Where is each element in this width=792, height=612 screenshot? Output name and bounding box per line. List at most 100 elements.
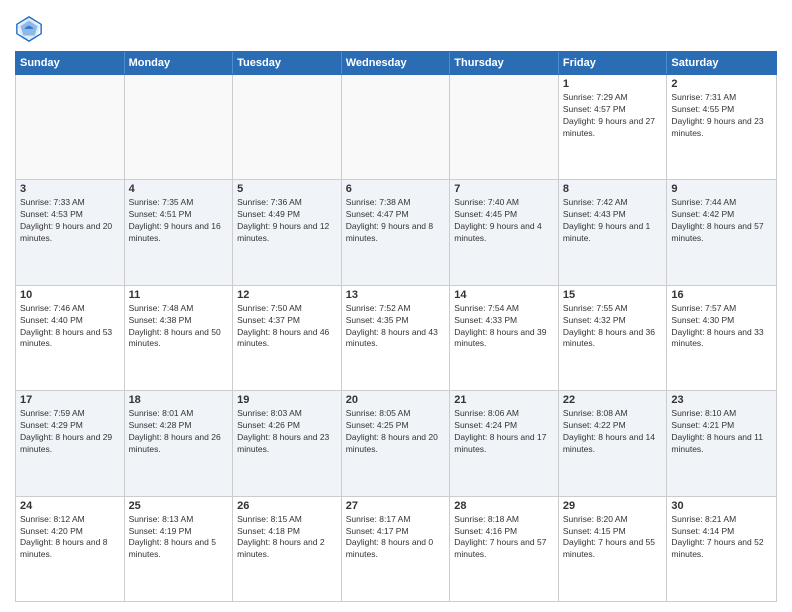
calendar-row-2: 3 Sunrise: 7:33 AM Sunset: 4:53 PM Daylig… <box>16 180 776 285</box>
cell-detail: Sunrise: 7:33 AM Sunset: 4:53 PM Dayligh… <box>20 197 120 245</box>
day-number: 2 <box>671 78 772 90</box>
cell-detail: Sunrise: 8:15 AM Sunset: 4:18 PM Dayligh… <box>237 514 337 562</box>
day-number: 10 <box>20 289 120 301</box>
cell-detail: Sunrise: 8:12 AM Sunset: 4:20 PM Dayligh… <box>20 514 120 562</box>
cell-detail: Sunrise: 7:40 AM Sunset: 4:45 PM Dayligh… <box>454 197 554 245</box>
cell-detail: Sunrise: 7:42 AM Sunset: 4:43 PM Dayligh… <box>563 197 663 245</box>
cell-detail: Sunrise: 8:21 AM Sunset: 4:14 PM Dayligh… <box>671 514 772 562</box>
cal-cell-r1-c6: 9Sunrise: 7:44 AM Sunset: 4:42 PM Daylig… <box>667 180 776 284</box>
day-number: 29 <box>563 500 663 512</box>
cell-detail: Sunrise: 7:54 AM Sunset: 4:33 PM Dayligh… <box>454 303 554 351</box>
day-number: 25 <box>129 500 229 512</box>
cell-detail: Sunrise: 7:59 AM Sunset: 4:29 PM Dayligh… <box>20 408 120 456</box>
cal-cell-r0-c3 <box>342 75 451 179</box>
cal-cell-r1-c2: 5 Sunrise: 7:36 AM Sunset: 4:49 PM Daylig… <box>233 180 342 284</box>
cell-detail: Sunrise: 7:31 AM Sunset: 4:55 PM Dayligh… <box>671 92 772 140</box>
day-number: 22 <box>563 394 663 406</box>
day-number: 30 <box>671 500 772 512</box>
cal-cell-r3-c4: 21 Sunrise: 8:06 AM Sunset: 4:24 PM Dayli… <box>450 391 559 495</box>
cal-cell-r2-c5: 15 Sunrise: 7:55 AM Sunset: 4:32 PM Dayli… <box>559 286 668 390</box>
logo <box>15 15 47 43</box>
cal-cell-r2-c3: 13 Sunrise: 7:52 AM Sunset: 4:35 PM Dayli… <box>342 286 451 390</box>
cal-cell-r0-c1 <box>125 75 234 179</box>
day-number: 15 <box>563 289 663 301</box>
calendar-row-5: 24 Sunrise: 8:12 AM Sunset: 4:20 PM Dayli… <box>16 497 776 601</box>
cal-cell-r3-c5: 22Sunrise: 8:08 AM Sunset: 4:22 PM Dayli… <box>559 391 668 495</box>
cal-cell-r0-c2 <box>233 75 342 179</box>
day-number: 12 <box>237 289 337 301</box>
page: SundayMondayTuesdayWednesdayThursdayFrid… <box>0 0 792 612</box>
calendar-row-3: 10 Sunrise: 7:46 AM Sunset: 4:40 PM Dayli… <box>16 286 776 391</box>
cal-cell-r4-c0: 24 Sunrise: 8:12 AM Sunset: 4:20 PM Dayli… <box>16 497 125 601</box>
day-number: 11 <box>129 289 229 301</box>
calendar: SundayMondayTuesdayWednesdayThursdayFrid… <box>15 51 777 602</box>
day-number: 17 <box>20 394 120 406</box>
cal-cell-r2-c6: 16 Sunrise: 7:57 AM Sunset: 4:30 PM Dayli… <box>667 286 776 390</box>
cell-detail: Sunrise: 7:52 AM Sunset: 4:35 PM Dayligh… <box>346 303 446 351</box>
day-number: 26 <box>237 500 337 512</box>
weekday-header-saturday: Saturday <box>667 52 776 74</box>
cell-detail: Sunrise: 8:03 AM Sunset: 4:26 PM Dayligh… <box>237 408 337 456</box>
cal-cell-r3-c3: 20Sunrise: 8:05 AM Sunset: 4:25 PM Dayli… <box>342 391 451 495</box>
cal-cell-r1-c1: 4 Sunrise: 7:35 AM Sunset: 4:51 PM Daylig… <box>125 180 234 284</box>
cell-detail: Sunrise: 8:10 AM Sunset: 4:21 PM Dayligh… <box>671 408 772 456</box>
cal-cell-r0-c6: 2 Sunrise: 7:31 AM Sunset: 4:55 PM Daylig… <box>667 75 776 179</box>
cal-cell-r1-c3: 6Sunrise: 7:38 AM Sunset: 4:47 PM Daylig… <box>342 180 451 284</box>
day-number: 18 <box>129 394 229 406</box>
cal-cell-r4-c6: 30 Sunrise: 8:21 AM Sunset: 4:14 PM Dayli… <box>667 497 776 601</box>
day-number: 8 <box>563 183 663 195</box>
header <box>15 15 777 43</box>
day-number: 14 <box>454 289 554 301</box>
day-number: 13 <box>346 289 446 301</box>
day-number: 19 <box>237 394 337 406</box>
day-number: 3 <box>20 183 120 195</box>
cal-cell-r3-c6: 23 Sunrise: 8:10 AM Sunset: 4:21 PM Dayli… <box>667 391 776 495</box>
cell-detail: Sunrise: 8:05 AM Sunset: 4:25 PM Dayligh… <box>346 408 446 456</box>
cal-cell-r0-c0 <box>16 75 125 179</box>
cal-cell-r1-c0: 3 Sunrise: 7:33 AM Sunset: 4:53 PM Daylig… <box>16 180 125 284</box>
cal-cell-r1-c4: 7 Sunrise: 7:40 AM Sunset: 4:45 PM Daylig… <box>450 180 559 284</box>
cell-detail: Sunrise: 7:55 AM Sunset: 4:32 PM Dayligh… <box>563 303 663 351</box>
day-number: 23 <box>671 394 772 406</box>
cell-detail: Sunrise: 7:46 AM Sunset: 4:40 PM Dayligh… <box>20 303 120 351</box>
cell-detail: Sunrise: 8:17 AM Sunset: 4:17 PM Dayligh… <box>346 514 446 562</box>
cal-cell-r2-c1: 11 Sunrise: 7:48 AM Sunset: 4:38 PM Dayli… <box>125 286 234 390</box>
day-number: 21 <box>454 394 554 406</box>
cell-detail: Sunrise: 8:06 AM Sunset: 4:24 PM Dayligh… <box>454 408 554 456</box>
cal-cell-r4-c2: 26 Sunrise: 8:15 AM Sunset: 4:18 PM Dayli… <box>233 497 342 601</box>
weekday-header-sunday: Sunday <box>16 52 125 74</box>
cell-detail: Sunrise: 7:36 AM Sunset: 4:49 PM Dayligh… <box>237 197 337 245</box>
cell-detail: Sunrise: 7:48 AM Sunset: 4:38 PM Dayligh… <box>129 303 229 351</box>
cell-detail: Sunrise: 8:01 AM Sunset: 4:28 PM Dayligh… <box>129 408 229 456</box>
cal-cell-r3-c2: 19 Sunrise: 8:03 AM Sunset: 4:26 PM Dayli… <box>233 391 342 495</box>
cell-detail: Sunrise: 8:20 AM Sunset: 4:15 PM Dayligh… <box>563 514 663 562</box>
day-number: 5 <box>237 183 337 195</box>
day-number: 28 <box>454 500 554 512</box>
day-number: 16 <box>671 289 772 301</box>
cell-detail: Sunrise: 7:35 AM Sunset: 4:51 PM Dayligh… <box>129 197 229 245</box>
weekday-header-friday: Friday <box>559 52 668 74</box>
weekday-header-wednesday: Wednesday <box>342 52 451 74</box>
cal-cell-r4-c1: 25Sunrise: 8:13 AM Sunset: 4:19 PM Dayli… <box>125 497 234 601</box>
day-number: 1 <box>563 78 663 90</box>
cal-cell-r3-c1: 18 Sunrise: 8:01 AM Sunset: 4:28 PM Dayli… <box>125 391 234 495</box>
day-number: 27 <box>346 500 446 512</box>
day-number: 7 <box>454 183 554 195</box>
logo-icon <box>15 15 43 43</box>
weekday-header-thursday: Thursday <box>450 52 559 74</box>
cell-detail: Sunrise: 7:44 AM Sunset: 4:42 PM Dayligh… <box>671 197 772 245</box>
day-number: 24 <box>20 500 120 512</box>
weekday-header-tuesday: Tuesday <box>233 52 342 74</box>
day-number: 4 <box>129 183 229 195</box>
calendar-row-4: 17 Sunrise: 7:59 AM Sunset: 4:29 PM Dayli… <box>16 391 776 496</box>
cal-cell-r0-c4 <box>450 75 559 179</box>
cal-cell-r4-c5: 29 Sunrise: 8:20 AM Sunset: 4:15 PM Dayli… <box>559 497 668 601</box>
cell-detail: Sunrise: 7:29 AM Sunset: 4:57 PM Dayligh… <box>563 92 663 140</box>
day-number: 6 <box>346 183 446 195</box>
cell-detail: Sunrise: 7:50 AM Sunset: 4:37 PM Dayligh… <box>237 303 337 351</box>
cal-cell-r2-c2: 12 Sunrise: 7:50 AM Sunset: 4:37 PM Dayli… <box>233 286 342 390</box>
cal-cell-r2-c4: 14 Sunrise: 7:54 AM Sunset: 4:33 PM Dayli… <box>450 286 559 390</box>
cal-cell-r4-c3: 27 Sunrise: 8:17 AM Sunset: 4:17 PM Dayli… <box>342 497 451 601</box>
cal-cell-r2-c0: 10 Sunrise: 7:46 AM Sunset: 4:40 PM Dayli… <box>16 286 125 390</box>
cell-detail: Sunrise: 7:57 AM Sunset: 4:30 PM Dayligh… <box>671 303 772 351</box>
